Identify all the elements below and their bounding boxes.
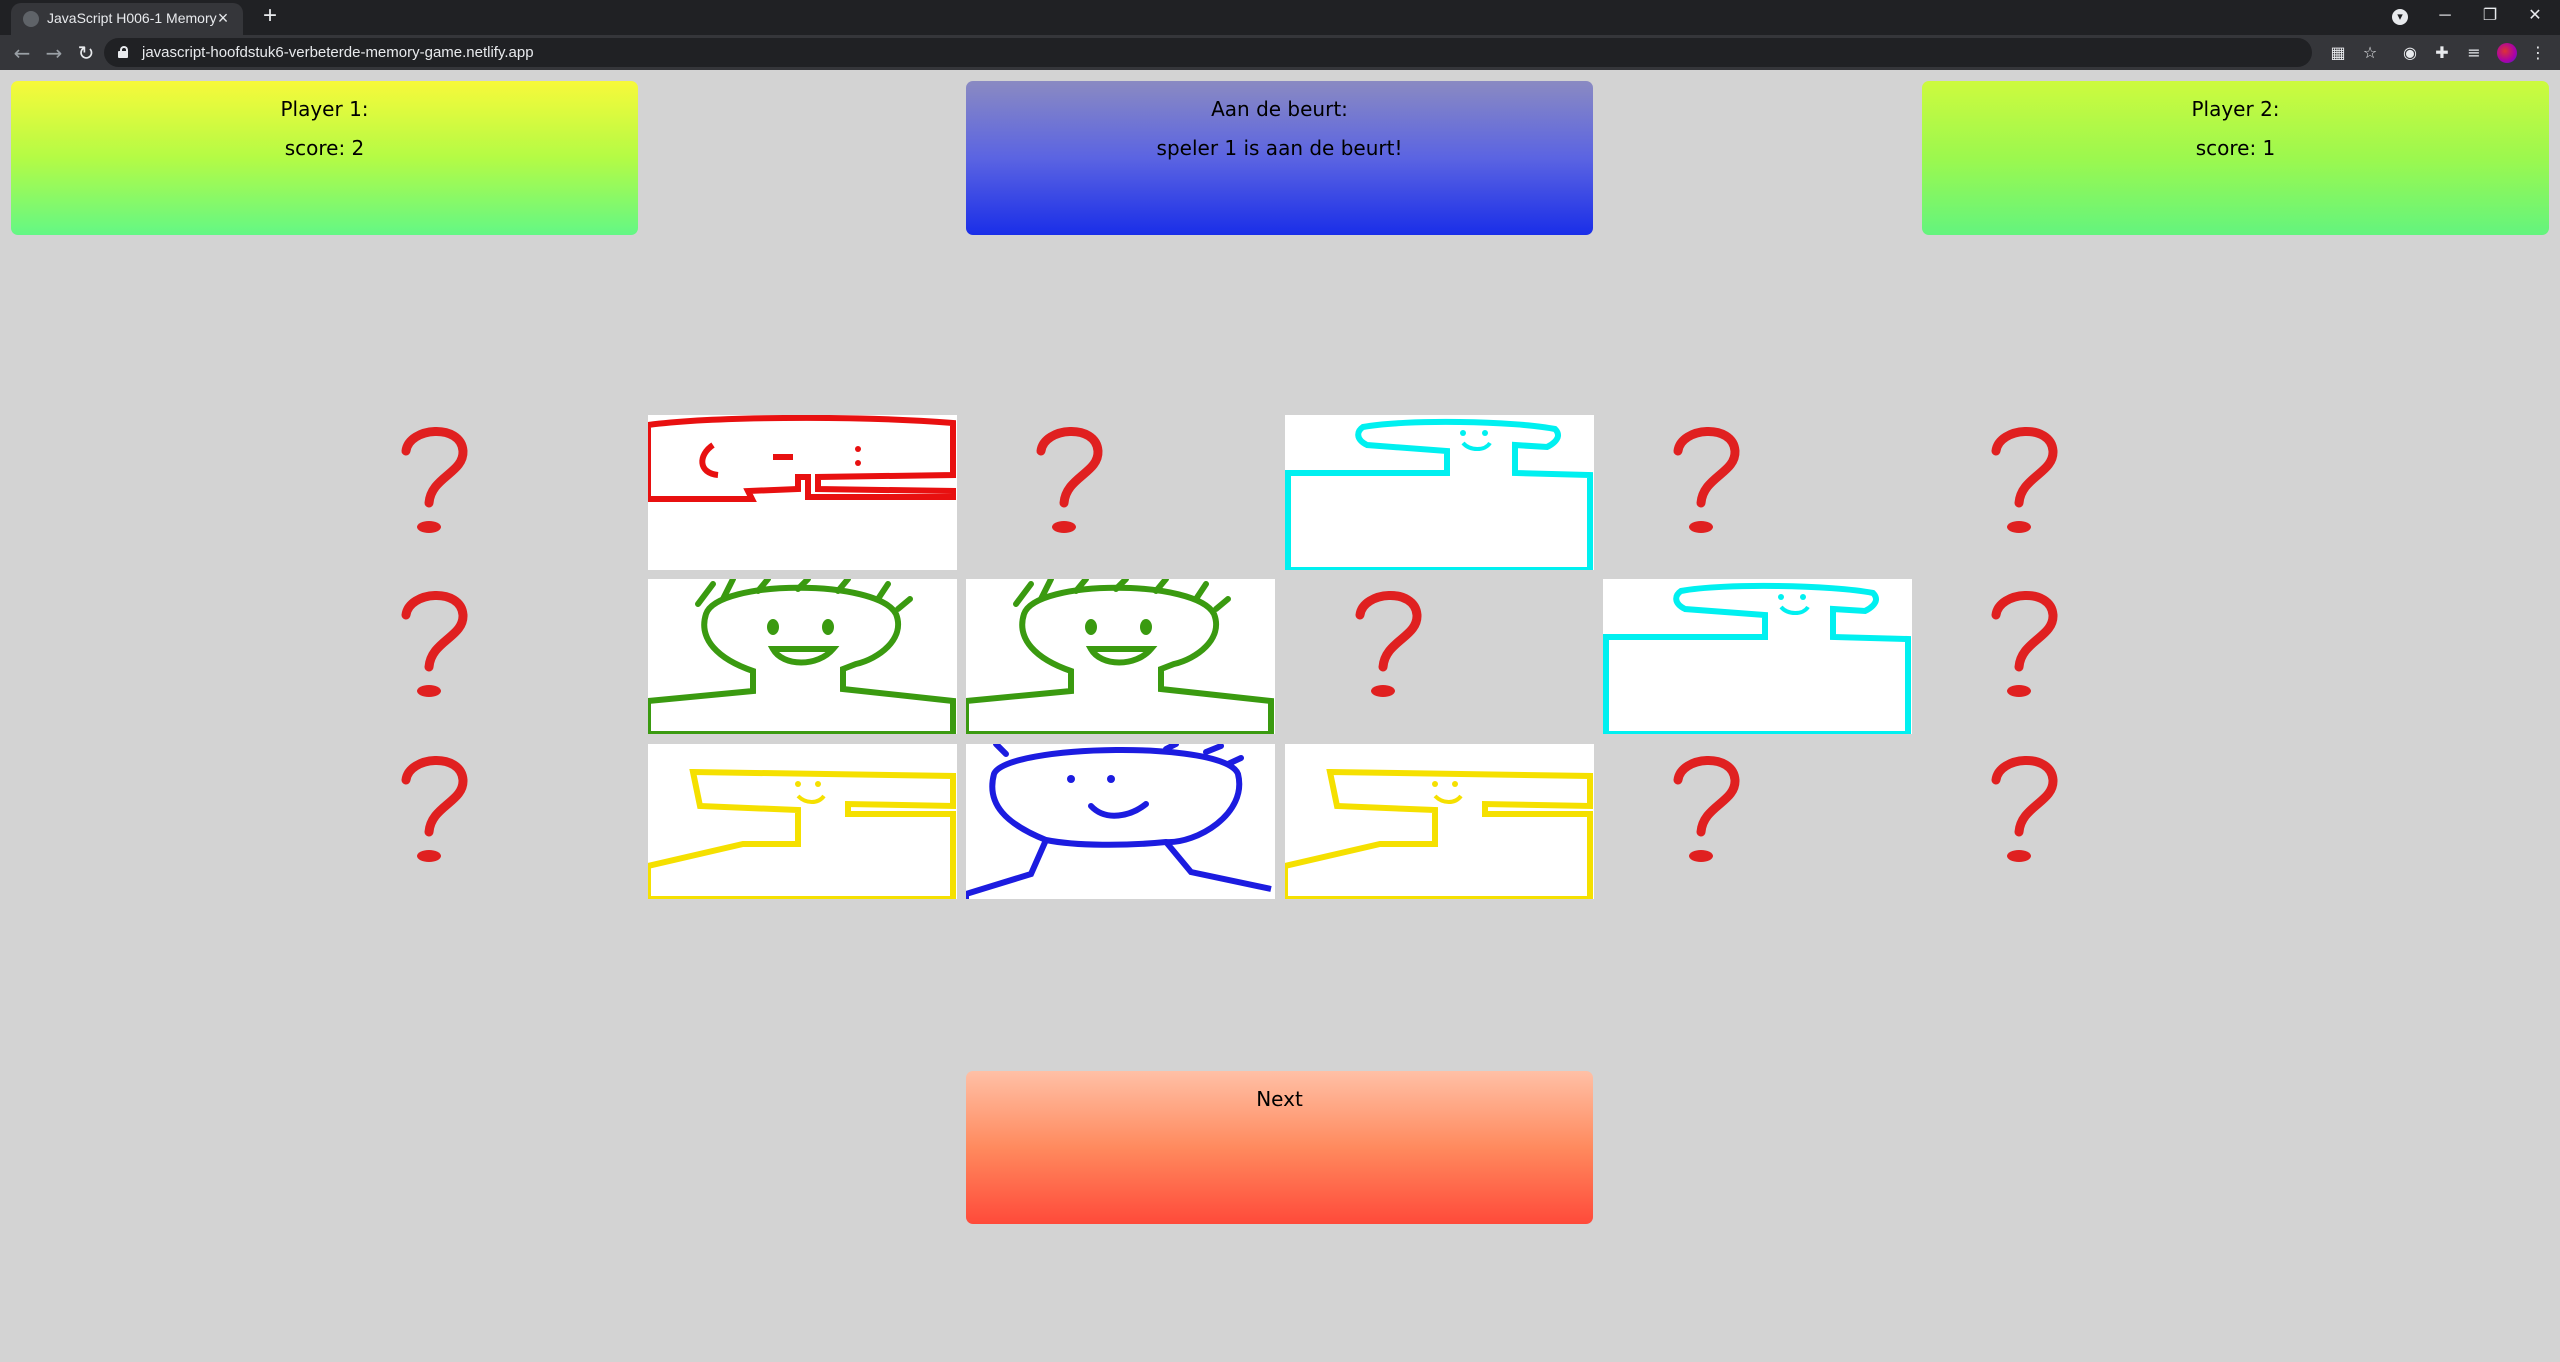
player2-label: Player 2: <box>2191 97 2280 121</box>
globe-icon <box>23 11 39 27</box>
card-hidden[interactable] <box>1921 415 2230 570</box>
card-hidden[interactable] <box>1285 579 1594 734</box>
media-icon[interactable]: ≡ <box>2463 42 2485 64</box>
next-button-label: Next <box>1256 1087 1303 1111</box>
turn-panel: Aan de beurt: speler 1 is aan de beurt! <box>966 81 1593 235</box>
question-mark-icon <box>401 756 468 862</box>
avatar[interactable] <box>2497 43 2517 63</box>
restore-icon[interactable]: ❐ <box>2475 4 2505 28</box>
turn-label: Aan de beurt: <box>1211 97 1348 121</box>
card-revealed-red[interactable] <box>648 415 957 570</box>
turn-status: speler 1 is aan de beurt! <box>1156 136 1403 160</box>
reload-icon[interactable]: ↻ <box>74 41 98 65</box>
card-revealed-green[interactable] <box>648 579 957 734</box>
card-revealed-yellow[interactable] <box>648 744 957 899</box>
card-revealed-yellow[interactable] <box>1285 744 1594 899</box>
face-drawing-icon <box>648 579 957 734</box>
minimize-icon[interactable]: ─ <box>2430 4 2460 28</box>
question-mark-icon <box>1991 427 2058 533</box>
card-hidden[interactable] <box>1921 579 2230 734</box>
qr-icon[interactable]: ▦ <box>2327 42 2349 64</box>
browser-tab[interactable]: JavaScript H006-1 Memory Game × <box>11 3 243 35</box>
browser-tab-bar: JavaScript H006-1 Memory Game × + ▾ ─ ❐ … <box>0 0 2560 35</box>
new-tab-button[interactable]: + <box>258 4 282 28</box>
face-drawing-icon <box>1285 415 1594 570</box>
question-mark-icon <box>401 427 468 533</box>
card-hidden[interactable] <box>1921 744 2230 899</box>
player1-score: score: 2 <box>284 136 365 160</box>
lock-icon[interactable] <box>118 46 128 58</box>
card-revealed-blue[interactable] <box>966 744 1275 899</box>
card-revealed-cyan[interactable] <box>1603 579 1912 734</box>
card-hidden[interactable] <box>1603 415 1912 570</box>
extensions-icon[interactable]: ✚ <box>2431 42 2453 64</box>
face-drawing-icon <box>1603 579 1912 734</box>
card-revealed-green[interactable] <box>966 579 1275 734</box>
url-text[interactable]: javascript-hoofdstuk6-verbeterde-memory-… <box>142 44 534 61</box>
face-drawing-icon <box>648 415 957 570</box>
star-icon[interactable]: ☆ <box>2359 42 2381 64</box>
forward-arrow-icon[interactable]: → <box>42 41 66 65</box>
face-drawing-icon <box>966 579 1275 734</box>
card-hidden[interactable] <box>331 415 640 570</box>
question-mark-icon <box>1991 591 2058 697</box>
face-drawing-icon <box>648 744 957 899</box>
address-bar[interactable]: javascript-hoofdstuk6-verbeterde-memory-… <box>104 38 2312 67</box>
close-window-icon[interactable]: ✕ <box>2520 4 2550 28</box>
player2-score: score: 1 <box>2195 136 2276 160</box>
card-revealed-cyan[interactable] <box>1285 415 1594 570</box>
card-hidden[interactable] <box>1603 744 1912 899</box>
question-mark-icon <box>1673 427 1740 533</box>
face-drawing-icon <box>966 744 1275 899</box>
question-mark-icon <box>401 591 468 697</box>
question-mark-icon <box>1991 756 2058 862</box>
card-hidden[interactable] <box>966 415 1275 570</box>
card-hidden[interactable] <box>331 744 640 899</box>
player1-panel: Player 1: score: 2 <box>11 81 638 235</box>
tab-close-icon[interactable]: × <box>213 8 233 28</box>
browser-toolbar: ← → ↻ javascript-hoofdstuk6-verbeterde-m… <box>0 35 2560 70</box>
question-mark-icon <box>1036 427 1103 533</box>
player2-panel: Player 2: score: 1 <box>1922 81 2549 235</box>
next-button[interactable]: Next <box>966 1071 1593 1224</box>
question-mark-icon <box>1673 756 1740 862</box>
card-hidden[interactable] <box>331 579 640 734</box>
tab-title: JavaScript H006-1 Memory Game <box>47 10 217 26</box>
tab-search-icon[interactable]: ▾ <box>2392 9 2408 25</box>
player1-label: Player 1: <box>280 97 369 121</box>
extension-color-icon[interactable]: ◉ <box>2399 42 2421 64</box>
face-drawing-icon <box>1285 744 1594 899</box>
back-arrow-icon[interactable]: ← <box>10 41 34 65</box>
menu-icon[interactable]: ⋮ <box>2527 42 2549 64</box>
question-mark-icon <box>1355 591 1422 697</box>
